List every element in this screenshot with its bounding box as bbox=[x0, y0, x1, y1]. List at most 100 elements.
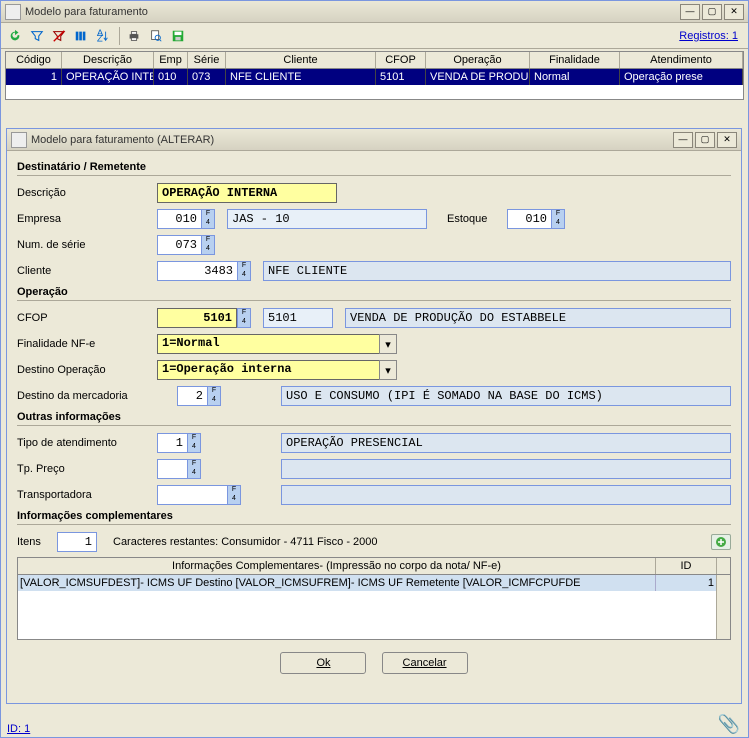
refresh-icon[interactable] bbox=[5, 26, 25, 46]
attachment-icon[interactable]: 📎 bbox=[718, 714, 740, 735]
estoque-lookup[interactable]: F4 bbox=[507, 209, 565, 229]
edit-dialog: Modelo para faturamento (ALTERAR) — ▢ ✕ … bbox=[6, 128, 742, 704]
tipoatend-lookup[interactable]: F4 bbox=[157, 433, 201, 453]
transp-desc bbox=[281, 485, 731, 505]
ic-row[interactable]: [VALOR_ICMSUFDEST]- ICMS UF Destino [VAL… bbox=[18, 575, 730, 591]
transp-lookup-button[interactable]: F4 bbox=[227, 485, 241, 505]
cfop-lookup[interactable]: F4 bbox=[157, 308, 251, 328]
descricao-input[interactable] bbox=[157, 183, 337, 203]
main-toolbar: AZ Registros: 1 bbox=[1, 23, 748, 49]
dialog-body: Destinatário / Remetente Descrição Empre… bbox=[7, 151, 741, 680]
infocomp-table[interactable]: Informações Complementares- (Impressão n… bbox=[17, 557, 731, 640]
scrollbar[interactable] bbox=[716, 575, 730, 591]
minimize-button[interactable]: — bbox=[680, 4, 700, 20]
preview-icon[interactable] bbox=[146, 26, 166, 46]
cfop-desc bbox=[345, 308, 731, 328]
col-emp[interactable]: Emp bbox=[154, 52, 188, 68]
dialog-icon bbox=[11, 132, 27, 148]
ok-button[interactable]: Ok bbox=[280, 652, 366, 674]
maximize-button[interactable]: ▢ bbox=[702, 4, 722, 20]
cancel-button[interactable]: Cancelar bbox=[382, 652, 468, 674]
dialog-close-button[interactable]: ✕ bbox=[717, 132, 737, 148]
close-button[interactable]: ✕ bbox=[724, 4, 744, 20]
label-tipoatend: Tipo de atendimento bbox=[17, 437, 157, 449]
numserie-lookup[interactable]: F4 bbox=[157, 235, 215, 255]
col-atendimento[interactable]: Atendimento bbox=[620, 52, 743, 68]
cfop-input[interactable] bbox=[157, 308, 237, 328]
cliente-lookup[interactable]: F4 bbox=[157, 261, 251, 281]
cliente-input[interactable] bbox=[157, 261, 237, 281]
tipoatend-input[interactable] bbox=[157, 433, 187, 453]
destmerc-input[interactable] bbox=[177, 386, 207, 406]
section-destinatario: Destinatário / Remetente bbox=[17, 161, 731, 176]
tipoatend-lookup-button[interactable]: F4 bbox=[187, 433, 201, 453]
tppreco-lookup-button[interactable]: F4 bbox=[187, 459, 201, 479]
col-operacao[interactable]: Operação bbox=[426, 52, 530, 68]
label-estoque: Estoque bbox=[447, 213, 507, 225]
itens-count bbox=[57, 532, 97, 552]
main-title: Modelo para faturamento bbox=[25, 6, 680, 18]
caracteres-label: Caracteres restantes: Consumidor - 4711 … bbox=[113, 536, 378, 548]
save-icon[interactable] bbox=[168, 26, 188, 46]
label-itens: Itens bbox=[17, 536, 57, 548]
col-descricao[interactable]: Descrição bbox=[62, 52, 154, 68]
finalidade-combo[interactable]: 1=Normal ▾ bbox=[157, 334, 397, 354]
destmerc-desc bbox=[281, 386, 731, 406]
cliente-lookup-button[interactable]: F4 bbox=[237, 261, 251, 281]
app-icon bbox=[5, 4, 21, 20]
section-info: Informações complementares bbox=[17, 510, 731, 525]
label-numserie: Num. de série bbox=[17, 239, 157, 251]
section-operacao: Operação bbox=[17, 286, 731, 301]
print-icon[interactable] bbox=[124, 26, 144, 46]
tppreco-input[interactable] bbox=[157, 459, 187, 479]
destmerc-lookup[interactable]: F4 bbox=[177, 386, 221, 406]
chevron-down-icon[interactable]: ▾ bbox=[379, 360, 397, 380]
ic-hdr-text: Informações Complementares- (Impressão n… bbox=[18, 558, 656, 574]
label-cliente: Cliente bbox=[17, 265, 157, 277]
grid-row[interactable]: 1 OPERAÇÃO INTE 010 073 NFE CLIENTE 5101… bbox=[6, 69, 743, 85]
id-link[interactable]: ID: 1 bbox=[7, 723, 30, 735]
label-tppreco: Tp. Preço bbox=[17, 463, 157, 475]
col-finalidade[interactable]: Finalidade bbox=[530, 52, 620, 68]
col-codigo[interactable]: Código bbox=[6, 52, 62, 68]
add-item-button[interactable] bbox=[711, 534, 731, 550]
cfop-lookup-button[interactable]: F4 bbox=[237, 308, 251, 328]
ic-hdr-id: ID bbox=[656, 558, 716, 574]
sort-icon[interactable]: AZ bbox=[93, 26, 113, 46]
empresa-input[interactable] bbox=[157, 209, 201, 229]
data-grid[interactable]: Código Descrição Emp Série Cliente CFOP … bbox=[5, 51, 744, 100]
filter-off-icon[interactable] bbox=[49, 26, 69, 46]
col-cfop[interactable]: CFOP bbox=[376, 52, 426, 68]
empresa-lookup-button[interactable]: F4 bbox=[201, 209, 215, 229]
label-destoper: Destino Operação bbox=[17, 364, 157, 376]
columns-icon[interactable] bbox=[71, 26, 91, 46]
cfop2 bbox=[263, 308, 333, 328]
chevron-down-icon[interactable]: ▾ bbox=[379, 334, 397, 354]
numserie-lookup-button[interactable]: F4 bbox=[201, 235, 215, 255]
destmerc-lookup-button[interactable]: F4 bbox=[207, 386, 221, 406]
scroll-up-icon[interactable] bbox=[716, 558, 730, 574]
dialog-maximize-button[interactable]: ▢ bbox=[695, 132, 715, 148]
dialog-title: Modelo para faturamento (ALTERAR) bbox=[31, 134, 673, 146]
col-serie[interactable]: Série bbox=[188, 52, 226, 68]
estoque-input[interactable] bbox=[507, 209, 551, 229]
transp-lookup[interactable]: F4 bbox=[157, 485, 241, 505]
tipoatend-desc bbox=[281, 433, 731, 453]
tppreco-lookup[interactable]: F4 bbox=[157, 459, 201, 479]
registros-link[interactable]: Registros: 1 bbox=[679, 30, 738, 42]
numserie-input[interactable] bbox=[157, 235, 201, 255]
finalidade-value: 1=Normal bbox=[157, 334, 379, 354]
empresa-lookup[interactable]: F4 bbox=[157, 209, 215, 229]
filter-icon[interactable] bbox=[27, 26, 47, 46]
transp-input[interactable] bbox=[157, 485, 227, 505]
label-transp: Transportadora bbox=[17, 489, 157, 501]
main-titlebar: Modelo para faturamento — ▢ ✕ bbox=[1, 1, 748, 23]
empresa-nome bbox=[227, 209, 427, 229]
dialog-minimize-button[interactable]: — bbox=[673, 132, 693, 148]
col-cliente[interactable]: Cliente bbox=[226, 52, 376, 68]
scrollbar-track[interactable] bbox=[716, 591, 730, 639]
svg-text:Z: Z bbox=[97, 33, 103, 43]
destoper-combo[interactable]: 1=Operação interna ▾ bbox=[157, 360, 397, 380]
estoque-lookup-button[interactable]: F4 bbox=[551, 209, 565, 229]
cliente-nome bbox=[263, 261, 731, 281]
